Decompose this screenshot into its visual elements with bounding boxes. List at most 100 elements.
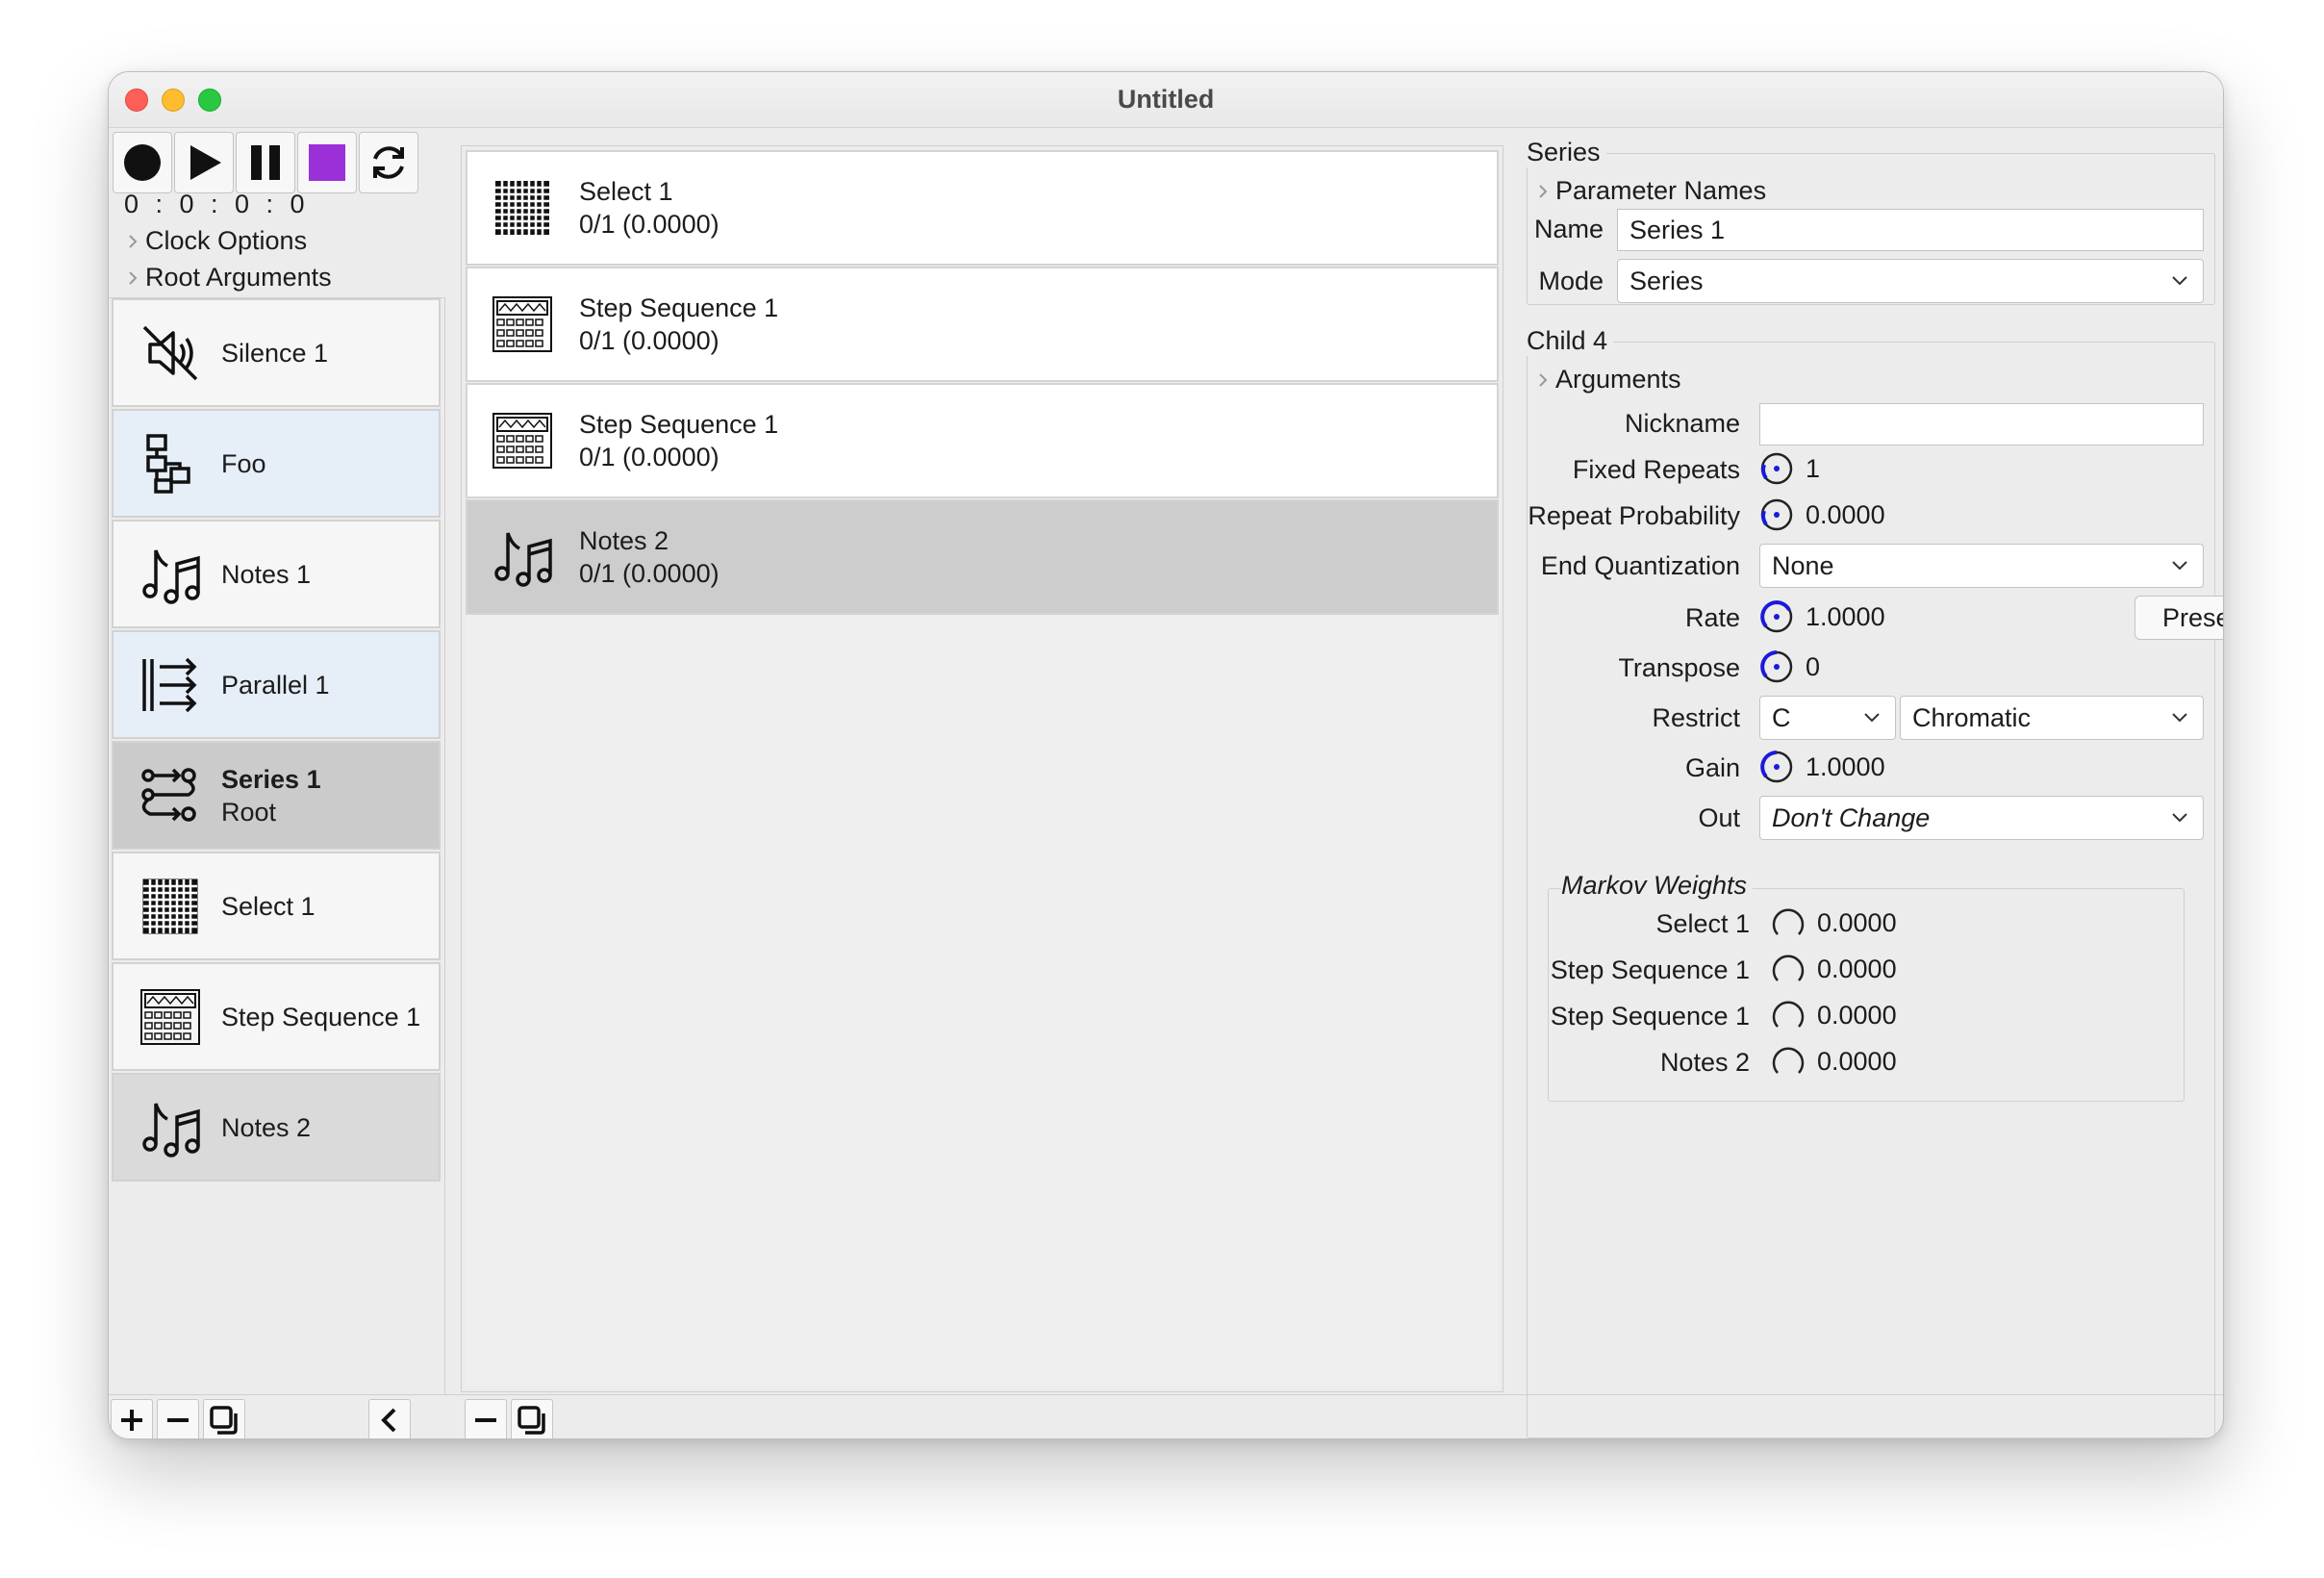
series-icon: [137, 762, 204, 829]
nickname-label: Nickname: [1624, 409, 1740, 438]
plus-icon: [121, 1410, 142, 1431]
remove-child-button[interactable]: [465, 1399, 507, 1438]
children-panel: Select 1 0/1 (0.0000) Step Sequence 1 0/1 …: [461, 145, 1503, 1392]
music-notes-icon: [137, 541, 204, 608]
knob-icon: [1772, 954, 1805, 981]
remove-node-button[interactable]: [157, 1399, 199, 1438]
restrict-label: Restrict: [1652, 703, 1740, 732]
duplicate-node-button[interactable]: [203, 1399, 245, 1438]
knob-icon: [1760, 498, 1793, 531]
parameter-names-disclosure[interactable]: Parameter Names: [1530, 176, 1766, 206]
knob-icon: [1760, 452, 1793, 485]
child-progress: 0/1 (0.0000): [579, 326, 720, 355]
markov-weight-knob[interactable]: 0.0000: [1771, 1044, 1897, 1079]
flowchart-icon: [137, 430, 204, 497]
chevron-right-icon: [120, 269, 145, 287]
knob-icon: [1772, 1001, 1805, 1028]
node-item-series[interactable]: Series 1 Root: [112, 741, 441, 850]
play-button[interactable]: [174, 132, 234, 193]
chevron-right-icon: [1530, 183, 1555, 200]
play-icon: [190, 145, 221, 180]
pause-button[interactable]: [236, 132, 295, 193]
child-label: Step Sequence 1: [579, 410, 779, 439]
node-item-select[interactable]: Select 1: [112, 852, 441, 960]
presets-button[interactable]: Presets...: [2135, 596, 2223, 640]
node-sublabel: Root: [221, 797, 277, 827]
markov-weights-title: Markov Weights: [1561, 871, 1754, 901]
name-field[interactable]: Series 1: [1617, 209, 2204, 251]
end-quantization-label: End Quantization: [1540, 551, 1740, 580]
music-notes-icon: [137, 1094, 204, 1161]
node-item-step-sequence[interactable]: Step Sequence 1: [112, 962, 441, 1071]
window-title: Untitled: [1117, 85, 1215, 114]
chevron-down-icon: [1864, 713, 1880, 723]
chevron-left-icon: [381, 1408, 396, 1433]
clock-display: 0 : 0 : 0 : 0: [124, 190, 310, 218]
chevron-right-icon: [1530, 371, 1555, 389]
node-item-notes-2[interactable]: Notes 2: [112, 1073, 441, 1182]
transport-bar: [113, 132, 418, 193]
node-item-silence[interactable]: Silence 1: [112, 298, 441, 407]
knob-icon: [1760, 599, 1793, 633]
clock-options-disclosure[interactable]: Clock Options: [120, 226, 307, 256]
child-item-select[interactable]: Select 1 0/1 (0.0000): [466, 150, 1499, 266]
minus-icon: [167, 1418, 189, 1422]
music-notes-icon: [489, 523, 556, 591]
restrict-scale-select[interactable]: Chromatic: [1900, 696, 2204, 740]
child-item-step-sequence-b[interactable]: Step Sequence 1 0/1 (0.0000): [466, 383, 1499, 498]
node-label: Notes 2: [221, 1112, 312, 1142]
child-label: Step Sequence 1: [579, 293, 779, 322]
node-label: Notes 1: [221, 559, 312, 589]
child-label: Select 1: [579, 177, 673, 206]
chevron-down-icon: [2172, 813, 2187, 823]
app-window: Untitled 0 : 0 : 0 : 0 Clock Options Roo…: [108, 71, 2224, 1439]
markov-row-label: Step Sequence 1: [1550, 1002, 1750, 1031]
fixed-repeats-knob[interactable]: 1: [1759, 451, 1820, 486]
restrict-key-select[interactable]: C: [1759, 696, 1896, 740]
record-button[interactable]: [113, 132, 172, 193]
node-label: Select 1: [221, 891, 316, 921]
node-label: Foo: [221, 448, 266, 478]
stop-button[interactable]: [297, 132, 357, 193]
child-progress: 0/1 (0.0000): [579, 559, 720, 588]
transpose-knob[interactable]: 0: [1759, 649, 1820, 684]
knob-icon: [1772, 1047, 1805, 1074]
markov-weight-knob[interactable]: 0.0000: [1771, 952, 1897, 986]
loop-icon: [373, 146, 404, 179]
gain-knob[interactable]: 1.0000: [1759, 750, 1885, 784]
markov-weight-knob[interactable]: 0.0000: [1771, 905, 1897, 940]
node-label: Parallel 1: [221, 670, 330, 700]
knob-icon: [1760, 650, 1793, 683]
mode-select[interactable]: Series: [1617, 259, 2204, 303]
rate-label: Rate: [1684, 603, 1740, 632]
chevron-right-icon: [120, 233, 145, 250]
duplicate-child-button[interactable]: [511, 1399, 553, 1438]
pause-icon: [251, 145, 280, 180]
add-node-button[interactable]: [111, 1399, 153, 1438]
node-label: Silence 1: [221, 338, 329, 368]
child-item-step-sequence-a[interactable]: Step Sequence 1 0/1 (0.0000): [466, 267, 1499, 382]
repeat-probability-knob[interactable]: 0.0000: [1759, 497, 1885, 532]
root-arguments-disclosure[interactable]: Root Arguments: [120, 263, 332, 293]
step-sequencer-icon: [489, 291, 556, 358]
knob-icon: [1772, 908, 1805, 935]
transpose-label: Transpose: [1618, 653, 1740, 682]
arguments-disclosure[interactable]: Arguments: [1530, 365, 1681, 394]
node-item-notes-1[interactable]: Notes 1: [112, 520, 441, 628]
markov-weight-knob[interactable]: 0.0000: [1771, 998, 1897, 1032]
end-quantization-select[interactable]: None: [1759, 544, 2204, 588]
nickname-field[interactable]: [1759, 403, 2204, 445]
child-item-notes-2[interactable]: Notes 2 0/1 (0.0000): [466, 499, 1499, 615]
rate-knob[interactable]: 1.0000: [1759, 599, 1885, 634]
step-sequencer-icon: [137, 983, 204, 1051]
chevron-down-icon: [2172, 561, 2187, 571]
node-item-foo[interactable]: Foo: [112, 409, 441, 518]
move-left-button[interactable]: [368, 1399, 411, 1438]
child-label: Notes 2: [579, 526, 669, 555]
out-select[interactable]: Don't Change: [1759, 796, 2204, 840]
node-label: Step Sequence 1: [221, 1002, 421, 1031]
chevron-down-icon: [2172, 713, 2187, 723]
loop-button[interactable]: [359, 132, 418, 193]
node-label: Series 1: [221, 764, 321, 794]
node-item-parallel[interactable]: Parallel 1: [112, 630, 441, 739]
